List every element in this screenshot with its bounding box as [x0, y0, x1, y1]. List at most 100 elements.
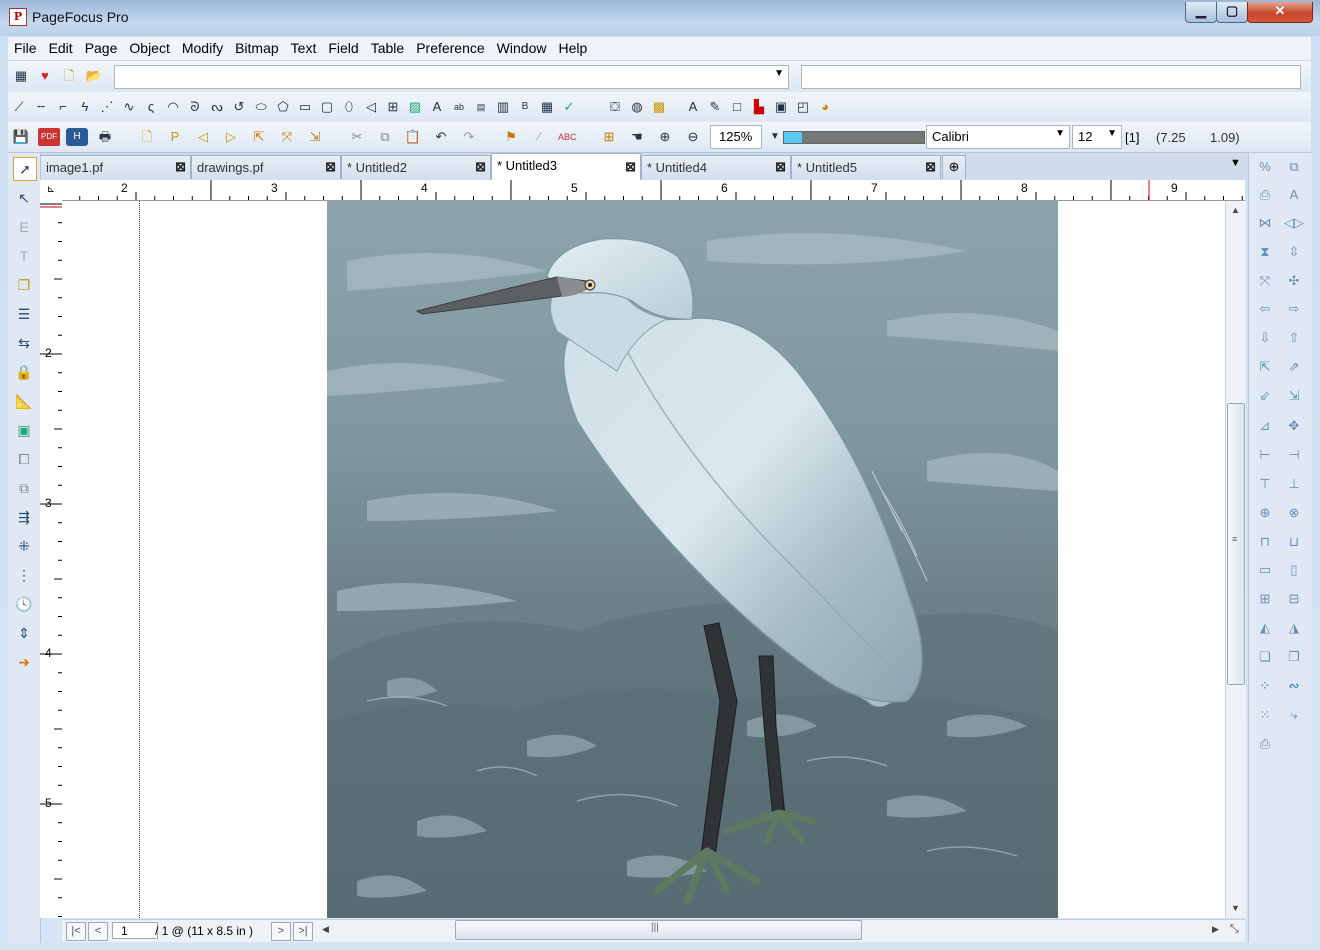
prev-page-button[interactable]: <: [88, 922, 108, 941]
scroll-tool-icon[interactable]: ⇕: [13, 622, 35, 644]
fit-width-icon[interactable]: ⊟: [1283, 588, 1305, 610]
paste-icon[interactable]: 📋: [404, 128, 422, 146]
egret-image[interactable]: [327, 201, 1058, 918]
page-number-input[interactable]: [112, 922, 158, 939]
zoom-slider[interactable]: [783, 131, 925, 144]
flip-vertical-icon[interactable]: ⧗: [1254, 241, 1276, 263]
rectangle-tool-icon[interactable]: ▭: [296, 98, 314, 116]
copy-icon[interactable]: ⧉: [376, 128, 394, 146]
move-left-icon[interactable]: ⇦: [1254, 298, 1276, 320]
grid-snap-icon[interactable]: ⁜: [13, 535, 35, 557]
tab-untitled4[interactable]: * Untitled4 ⊠: [641, 155, 791, 179]
expand-icon[interactable]: ⤧: [1254, 270, 1276, 292]
points-icon[interactable]: ⁘: [1254, 675, 1276, 697]
node-select-icon[interactable]: ↖: [13, 187, 35, 209]
skew-icon[interactable]: ◭: [1254, 617, 1276, 639]
align-left-icon[interactable]: ⊢: [1254, 444, 1276, 466]
fit-page-icon[interactable]: ⤧: [278, 128, 296, 146]
save-icon[interactable]: 💾: [12, 128, 30, 146]
duplicate-icon[interactable]: ⧉: [1283, 156, 1305, 178]
textbox-icon[interactable]: ab: [450, 98, 468, 116]
step-line-icon[interactable]: ⌐: [54, 98, 72, 116]
menu-field[interactable]: Field: [322, 37, 364, 60]
tab-image1[interactable]: image1.pf ⊠: [40, 155, 191, 179]
pentagon-tool-icon[interactable]: ⬠: [274, 98, 292, 116]
favorite-icon[interactable]: ♥: [36, 67, 54, 85]
blob-tool-icon[interactable]: ⬭: [252, 98, 270, 116]
next-page-icon[interactable]: ▷: [222, 128, 240, 146]
align-right-icon[interactable]: ⊣: [1283, 444, 1305, 466]
node-edit-icon[interactable]: ⁙: [1254, 704, 1276, 726]
shadow-icon[interactable]: ▣: [772, 98, 790, 116]
space-vertical-icon[interactable]: ⊔: [1283, 531, 1305, 553]
center-vertical-icon[interactable]: ⊗: [1283, 502, 1305, 524]
recent-files-combo[interactable]: ▼: [114, 65, 789, 89]
vertical-scroll-thumb[interactable]: ≡: [1227, 403, 1245, 685]
scroll-down-icon[interactable]: ▼: [1231, 903, 1240, 913]
ellipse-tool-icon[interactable]: ⬯: [340, 98, 358, 116]
previous-page-icon[interactable]: ◁: [194, 128, 212, 146]
cut-icon[interactable]: ✂: [348, 128, 366, 146]
menu-modify[interactable]: Modify: [176, 37, 229, 60]
print-layer-icon[interactable]: ⎙: [1254, 184, 1276, 206]
arrow-right-icon[interactable]: ➜: [13, 651, 35, 673]
last-page-button[interactable]: >|: [293, 922, 313, 941]
new-page-icon[interactable]: 🗋: [138, 128, 156, 146]
align-lines-icon[interactable]: ☰: [13, 303, 35, 325]
tab-untitled3[interactable]: * Untitled3 ⊠: [491, 153, 641, 180]
close-tab-icon[interactable]: ⊠: [625, 159, 636, 175]
check-field-icon[interactable]: ✓: [560, 98, 578, 116]
scroll-right-icon[interactable]: ▶: [1212, 924, 1219, 935]
ungroup-icon[interactable]: ❐: [1283, 646, 1305, 668]
html-export-icon[interactable]: H: [66, 128, 88, 146]
fill-color-icon[interactable]: ▩: [650, 98, 668, 116]
transparency-icon[interactable]: ◰: [794, 98, 812, 116]
align-top-icon[interactable]: ⊤: [1254, 473, 1276, 495]
tab-untitled5[interactable]: * Untitled5 ⊠: [791, 155, 941, 179]
center-icon[interactable]: ✣: [1283, 270, 1305, 292]
image-tool-icon[interactable]: ▨: [406, 98, 424, 116]
zoom-in-icon[interactable]: ⊕: [656, 128, 674, 146]
menu-window[interactable]: Window: [491, 37, 553, 60]
tab-untitled2[interactable]: * Untitled2 ⊠: [341, 155, 491, 179]
ruler-corner[interactable]: ⊾: [40, 180, 63, 201]
text-tool-icon[interactable]: A: [428, 98, 446, 116]
search-input[interactable]: [801, 65, 1301, 89]
page-canvas[interactable]: [62, 201, 1225, 918]
clock-icon[interactable]: 🕓: [13, 593, 35, 615]
type-tool-icon[interactable]: T: [13, 245, 35, 267]
pie-chart-icon[interactable]: ◕: [816, 98, 834, 116]
measure-icon[interactable]: 📐: [13, 390, 35, 412]
list-field-icon[interactable]: ▥: [494, 98, 512, 116]
transform-icon[interactable]: ⧉: [13, 477, 35, 499]
thumbnails-icon[interactable]: ▦: [12, 67, 30, 85]
nudge-ur-icon[interactable]: ⇗: [1283, 356, 1305, 378]
first-page-icon[interactable]: ⇱: [250, 128, 268, 146]
close-button[interactable]: ✕: [1247, 2, 1313, 23]
mirror-icon[interactable]: ◁▷: [1283, 212, 1305, 234]
menu-edit[interactable]: Edit: [43, 37, 79, 60]
menu-object[interactable]: Object: [123, 37, 175, 60]
hand-tool-icon[interactable]: ☚: [628, 128, 646, 146]
pen-color-icon[interactable]: ✎: [706, 98, 724, 116]
close-tab-icon[interactable]: ⊠: [475, 159, 486, 175]
first-page-button[interactable]: |<: [66, 922, 86, 941]
redo-icon[interactable]: ↷: [460, 128, 478, 146]
rounded-rect-icon[interactable]: ▢: [318, 98, 336, 116]
move-up-icon[interactable]: ⇧: [1283, 327, 1305, 349]
space-horizontal-icon[interactable]: ⊓: [1254, 531, 1276, 553]
new-tab-button[interactable]: ⊕: [942, 155, 966, 179]
same-height-icon[interactable]: ▯: [1283, 559, 1305, 581]
path-tool-icon[interactable]: ⋰: [98, 98, 116, 116]
vertical-mirror-icon[interactable]: ⇳: [1283, 241, 1305, 263]
minimize-button[interactable]: ▁: [1185, 2, 1217, 23]
edit-text-icon[interactable]: E: [13, 216, 35, 238]
nudge-ul-icon[interactable]: ⇱: [1254, 356, 1276, 378]
zigzag-line-icon[interactable]: ϟ: [76, 98, 94, 116]
close-tab-icon[interactable]: ⊠: [325, 159, 336, 175]
polyline-icon[interactable]: ∿: [120, 98, 138, 116]
text-flow-icon[interactable]: ⇶: [13, 506, 35, 528]
grid-view-icon[interactable]: ⊞: [600, 128, 618, 146]
horizontal-scroll-thumb[interactable]: |||: [455, 920, 862, 940]
font-family-combo[interactable]: Calibri ▼: [926, 125, 1070, 149]
